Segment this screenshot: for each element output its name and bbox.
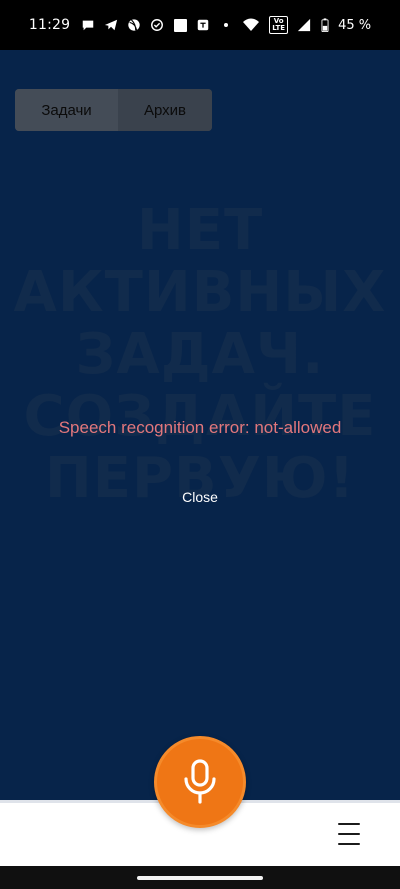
app-content: Задачи Архив НЕТ АКТИВНЫХ ЗАДАЧ. СОЗДАЙТ… — [0, 50, 400, 800]
hamburger-menu-icon[interactable] — [338, 823, 362, 845]
check-circle-icon — [150, 18, 164, 32]
more-notifications-dot-icon — [219, 18, 233, 32]
status-time: 11:29 — [28, 17, 71, 33]
close-error-button[interactable]: Close — [170, 486, 230, 508]
volte-icon: Vo LTE — [269, 16, 289, 34]
chat-bubble-icon — [81, 18, 95, 32]
empty-state-line: АКТИВНЫХ — [13, 260, 387, 325]
empty-state-line: СОЗДАЙТЕ — [23, 384, 377, 449]
wifi-icon — [242, 18, 260, 32]
home-gesture-handle[interactable] — [137, 875, 263, 880]
signal-icon — [297, 18, 311, 32]
tab-switcher: Задачи Архив — [15, 89, 212, 131]
empty-state-line: НЕТ — [136, 198, 264, 263]
tab-tasks[interactable]: Задачи — [15, 89, 118, 131]
system-navigation-bar — [0, 866, 400, 889]
microphone-icon — [184, 759, 216, 804]
status-bar: 11:29 Vo LTE 45 % — [0, 0, 400, 50]
store-icon — [196, 18, 210, 32]
battery-icon — [320, 18, 329, 32]
microphone-button[interactable] — [154, 736, 246, 828]
battery-percent: 45 % — [338, 17, 372, 33]
status-bar-content: 11:29 Vo LTE 45 % — [29, 16, 371, 34]
empty-state-line: ЗАДАЧ. — [75, 322, 325, 387]
speech-error-message: Speech recognition error: not-allowed — [58, 418, 342, 437]
tab-archive[interactable]: Архив — [118, 89, 212, 131]
telegram-icon — [104, 18, 118, 32]
empty-state-message: НЕТ АКТИВНЫХ ЗАДАЧ. СОЗДАЙТЕ ПЕРВУЮ! — [0, 200, 400, 510]
ball-icon — [127, 18, 141, 32]
square-notification-icon — [173, 18, 187, 32]
